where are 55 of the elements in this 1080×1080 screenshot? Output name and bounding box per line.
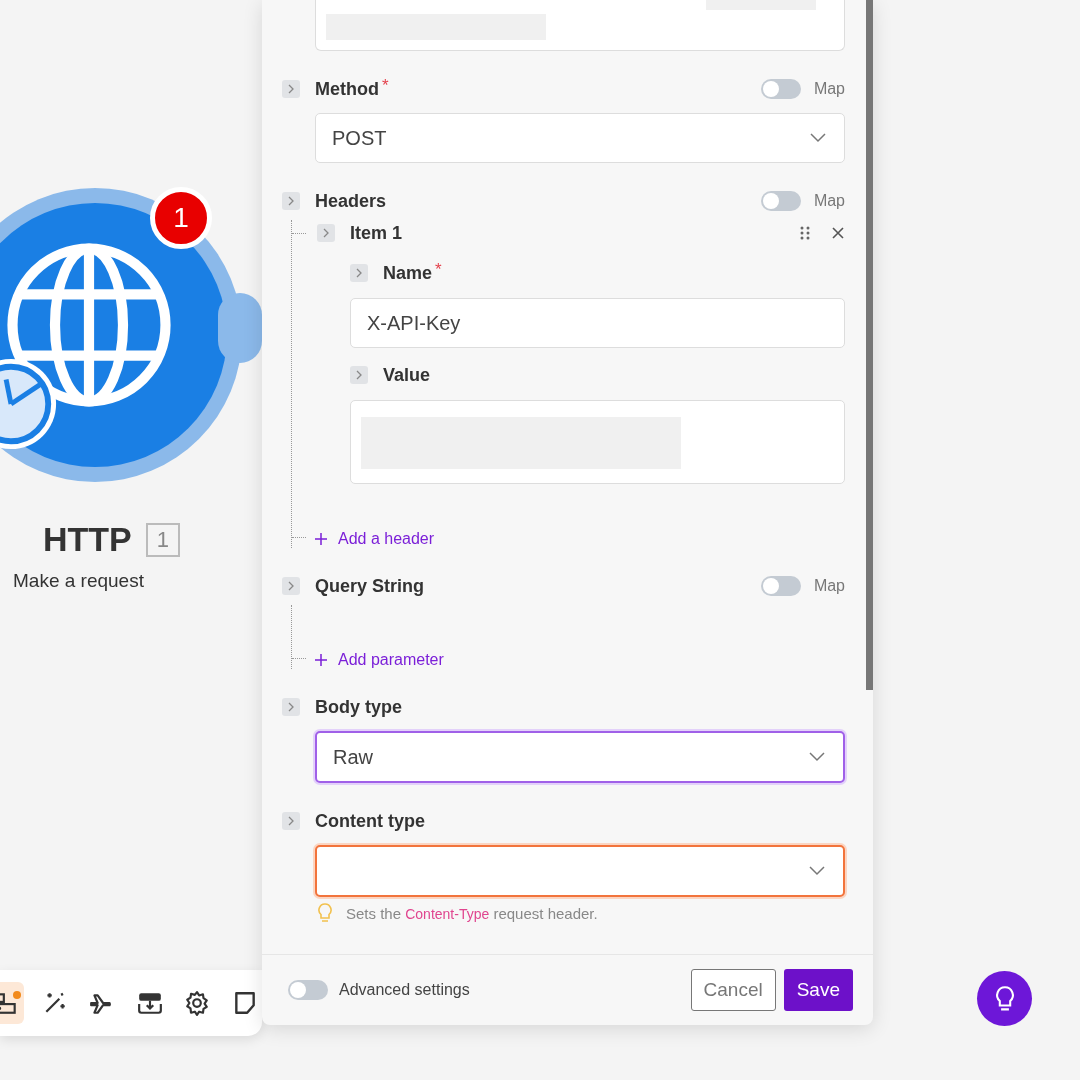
expand-icon[interactable] xyxy=(350,366,368,384)
notification-badge: 1 xyxy=(150,187,212,249)
required-mark: * xyxy=(435,260,442,280)
expand-icon[interactable] xyxy=(282,812,300,830)
globe-icon xyxy=(4,240,174,410)
expand-icon[interactable] xyxy=(282,80,300,98)
field-label: Body type xyxy=(315,696,402,718)
field-label: Content type xyxy=(315,810,425,832)
advanced-toggle[interactable] xyxy=(288,980,328,1000)
required-mark: * xyxy=(382,76,389,96)
add-link[interactable]: Add parameter xyxy=(338,651,444,669)
add-link[interactable]: Add a header xyxy=(338,530,435,548)
help-button[interactable] xyxy=(977,971,1032,1026)
import-icon xyxy=(136,990,163,1016)
field-label: Name xyxy=(383,262,433,284)
module-title: HTTP xyxy=(43,520,132,559)
expand-icon[interactable] xyxy=(282,577,300,595)
settings-icon xyxy=(184,990,211,1016)
save-button[interactable]: Save xyxy=(783,969,853,1011)
map-toggle[interactable] xyxy=(760,576,801,596)
select-field[interactable] xyxy=(315,845,845,897)
module-subtitle: Make a request xyxy=(13,570,144,592)
cancel-button[interactable]: Cancel xyxy=(690,969,776,1011)
item-label: Item 1 xyxy=(350,222,403,244)
chevron-down-icon xyxy=(810,133,826,143)
select-field[interactable]: POST xyxy=(315,113,845,163)
name-input[interactable]: X-API-Key xyxy=(350,298,845,348)
advanced-label: Advanced settings xyxy=(339,981,470,999)
chevron-down-icon xyxy=(809,866,825,876)
expand-icon[interactable] xyxy=(282,698,300,716)
expand-icon[interactable] xyxy=(317,224,335,242)
module-number: 1 xyxy=(145,522,181,557)
field-label: Value xyxy=(383,364,431,386)
drag-handle-icon[interactable] xyxy=(799,225,811,241)
map-label: Map xyxy=(813,80,845,98)
lightbulb-icon xyxy=(993,985,1016,1012)
plus-icon[interactable] xyxy=(315,533,327,545)
expand-icon[interactable] xyxy=(282,192,300,210)
map-toggle[interactable] xyxy=(760,79,801,99)
hint-text: Sets the Content-Type request header. xyxy=(346,904,598,922)
field-label: Headers xyxy=(315,190,387,212)
field-label: Method xyxy=(315,78,379,100)
map-label: Map xyxy=(813,577,845,595)
scrollbar[interactable] xyxy=(866,0,873,690)
close-icon[interactable] xyxy=(831,226,845,240)
url-field[interactable] xyxy=(315,0,845,51)
field-label: Query String xyxy=(315,575,425,597)
chevron-down-icon xyxy=(809,752,825,762)
select-field[interactable]: Raw xyxy=(315,731,845,783)
map-label: Map xyxy=(813,192,845,210)
map-toggle[interactable] xyxy=(760,191,801,211)
value-input[interactable] xyxy=(350,400,845,484)
plus-icon[interactable] xyxy=(315,654,327,666)
expand-icon[interactable] xyxy=(350,264,368,282)
lightbulb-icon xyxy=(318,903,332,923)
